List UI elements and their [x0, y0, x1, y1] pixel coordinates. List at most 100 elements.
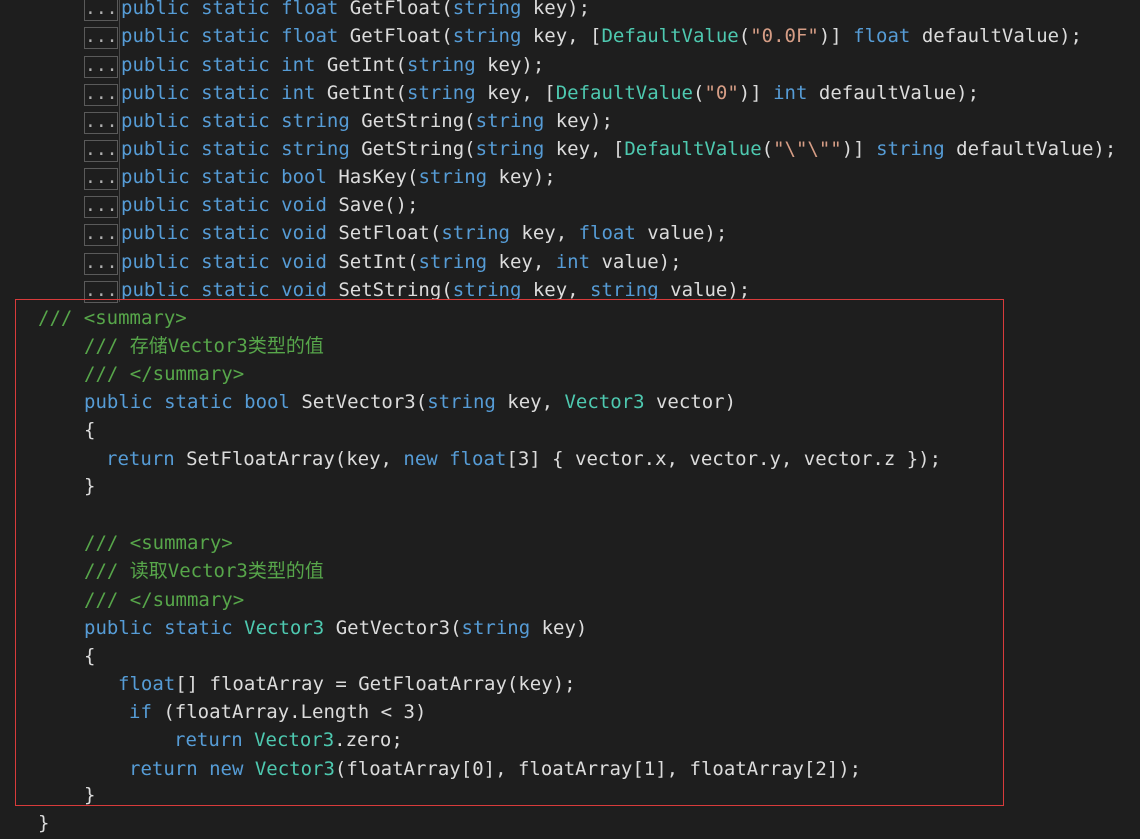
identifier: key) — [530, 617, 588, 639]
code-line: return Vector3.zero; — [174, 726, 403, 754]
parameter-token: DefaultValue — [624, 138, 762, 160]
return-type: float — [281, 25, 339, 47]
keyword: string — [427, 391, 496, 413]
code-line: } — [84, 472, 95, 500]
brace: { — [84, 645, 96, 667]
collapsed-region-marker[interactable]: ... — [84, 27, 118, 49]
parameter-text: key, — [487, 251, 556, 273]
keyword: new float — [403, 448, 507, 470]
method-name: GetInt( — [315, 82, 407, 104]
type-name: Vector3 — [564, 391, 645, 413]
return-type: void — [281, 194, 327, 216]
code-line: if (floatArray.Length < 3) — [129, 698, 426, 726]
parameter-token: string — [418, 166, 488, 188]
return-type: bool — [281, 166, 327, 188]
parameter-token: DefaultValue — [601, 25, 739, 47]
parameter-text: key); — [475, 54, 545, 76]
collapsed-region-marker[interactable]: ... — [84, 140, 118, 162]
parameter-text: defaultValue); — [944, 138, 1117, 160]
parameter-token: int — [773, 82, 808, 104]
code-line: /// <summary> — [84, 529, 233, 557]
parameter-token: string — [441, 222, 510, 244]
code-editor[interactable]: ... public static float GetFloat(string k… — [0, 0, 1140, 839]
code-line: /// <summary> — [38, 304, 187, 332]
method-name: GetInt( — [315, 54, 407, 76]
comment-text: /// </summary> — [84, 589, 245, 611]
code-line: /// </summary> — [84, 360, 244, 388]
declaration-line: public static void Save(); — [121, 191, 418, 219]
brace: } — [84, 475, 96, 497]
return-type: int — [281, 82, 316, 104]
declaration-line: public static string GetString(string ke… — [121, 135, 1116, 163]
identifier: GetVector3( — [324, 617, 462, 639]
parameter-token: string — [452, 279, 522, 301]
identifier: (floatArray.Length < 3) — [151, 701, 427, 723]
parameter-text: key); — [487, 166, 556, 188]
parameter-text: key); — [544, 110, 613, 132]
code-line: return new Vector3(floatArray[0], floatA… — [129, 755, 861, 783]
type-name: Vector3 — [254, 729, 335, 751]
string-literal: "0" — [704, 82, 739, 104]
code-line: return SetFloatArray(key, new float[3] {… — [106, 445, 941, 473]
declaration-line: public static int GetInt(string key); — [121, 51, 544, 79]
type-name: Vector3 — [254, 758, 335, 780]
code-line: /// 存储Vector3类型的值 — [84, 332, 324, 360]
declaration-line: public static float GetFloat(string key,… — [121, 22, 1082, 50]
keyword: return — [174, 729, 243, 751]
identifier: [] floatArray = GetFloatArray(key); — [175, 673, 576, 695]
parameter-token: string — [418, 251, 488, 273]
collapsed-region-marker[interactable]: ... — [84, 56, 118, 78]
comment-text: /// <summary> — [38, 307, 187, 329]
parameter-text: ("0.0F")] — [738, 25, 854, 47]
identifier: [3] { vector.x, vector.y, vector.z }); — [506, 448, 942, 470]
modifier-keywords: public static — [121, 251, 282, 273]
parameter-text: defaultValue); — [910, 25, 1082, 47]
keyword: public static — [84, 617, 233, 639]
brace: } — [38, 812, 50, 834]
collapsed-region-marker[interactable]: ... — [84, 0, 118, 21]
parameter-token: string — [475, 138, 545, 160]
return-type: int — [281, 54, 316, 76]
string-literal: "\"\"" — [773, 138, 842, 160]
collapsed-region-marker[interactable]: ... — [84, 168, 118, 190]
method-name: GetFloat( — [338, 0, 453, 19]
code-line: } — [84, 781, 95, 809]
collapsed-region-marker[interactable]: ... — [84, 112, 118, 134]
declaration-line: public static int GetInt(string key, [De… — [121, 79, 979, 107]
parameter-token: string — [590, 279, 659, 301]
return-type: void — [281, 279, 327, 301]
method-name: SetFloat( — [326, 222, 442, 244]
parameter-text: key, [ — [475, 82, 556, 104]
modifier-keywords: public static — [121, 25, 282, 47]
modifier-keywords: public static — [121, 54, 282, 76]
parameter-text: value); — [658, 279, 751, 301]
parameter-token: string — [475, 110, 545, 132]
modifier-keywords: public static — [121, 82, 282, 104]
keyword: return new — [129, 758, 244, 780]
keyword: public static bool — [84, 391, 290, 413]
collapsed-region-marker[interactable]: ... — [84, 196, 118, 218]
return-type: void — [281, 251, 327, 273]
parameter-text: key, — [521, 279, 591, 301]
parameter-token: string — [407, 82, 476, 104]
modifier-keywords: public static — [121, 222, 282, 244]
parameter-token: string — [876, 138, 945, 160]
modifier-keywords: public static — [121, 110, 282, 132]
parameter-text: key, [ — [544, 138, 625, 160]
collapsed-region-marker[interactable]: ... — [84, 224, 118, 246]
keyword: string — [461, 617, 531, 639]
method-name: GetString( — [349, 138, 476, 160]
modifier-keywords: public static — [121, 279, 282, 301]
code-line: float[] floatArray = GetFloatArray(key); — [118, 670, 576, 698]
collapsed-region-marker[interactable]: ... — [84, 84, 118, 106]
comment-text: /// 读取Vector3类型的值 — [84, 560, 324, 582]
parameter-token: string — [407, 54, 476, 76]
modifier-keywords: public static — [121, 166, 282, 188]
type-name: Vector3 — [244, 617, 325, 639]
method-name: SetInt( — [326, 251, 419, 273]
parameter-text: defaultValue); — [807, 82, 980, 104]
brace: { — [84, 419, 96, 441]
keyword: if — [129, 701, 152, 723]
method-name: GetFloat( — [338, 25, 453, 47]
collapsed-region-marker[interactable]: ... — [84, 253, 118, 275]
